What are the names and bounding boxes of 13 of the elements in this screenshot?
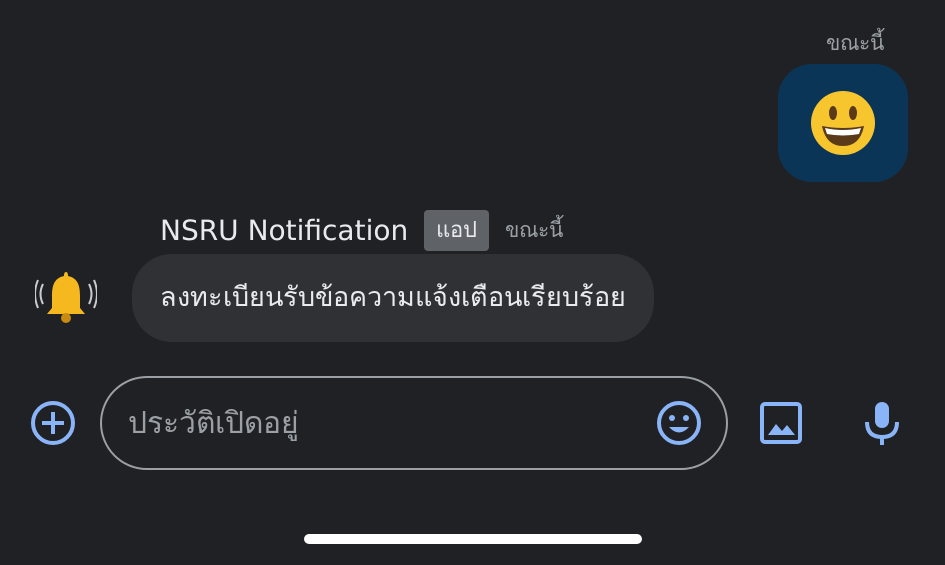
bell-icon: [35, 270, 97, 326]
message-bubble: ลงทะเบียนรับข้อความแจ้งเตือนเรียบร้อย: [132, 254, 654, 342]
emoji-button[interactable]: [656, 400, 702, 446]
sender-name: NSRU Notification: [160, 212, 408, 248]
microphone-button[interactable]: [864, 400, 900, 446]
timestamp: ขณะนี้: [505, 214, 564, 246]
timestamp: ขณะนี้: [826, 28, 884, 60]
message-field[interactable]: ประวัติเปิดอยู่: [100, 376, 728, 470]
image-button[interactable]: [760, 402, 802, 444]
smiley-icon: [810, 90, 876, 156]
message-input[interactable]: ประวัติเปิดอยู่: [126, 400, 656, 446]
app-label: แอป: [424, 210, 490, 251]
add-button[interactable]: [30, 400, 76, 446]
